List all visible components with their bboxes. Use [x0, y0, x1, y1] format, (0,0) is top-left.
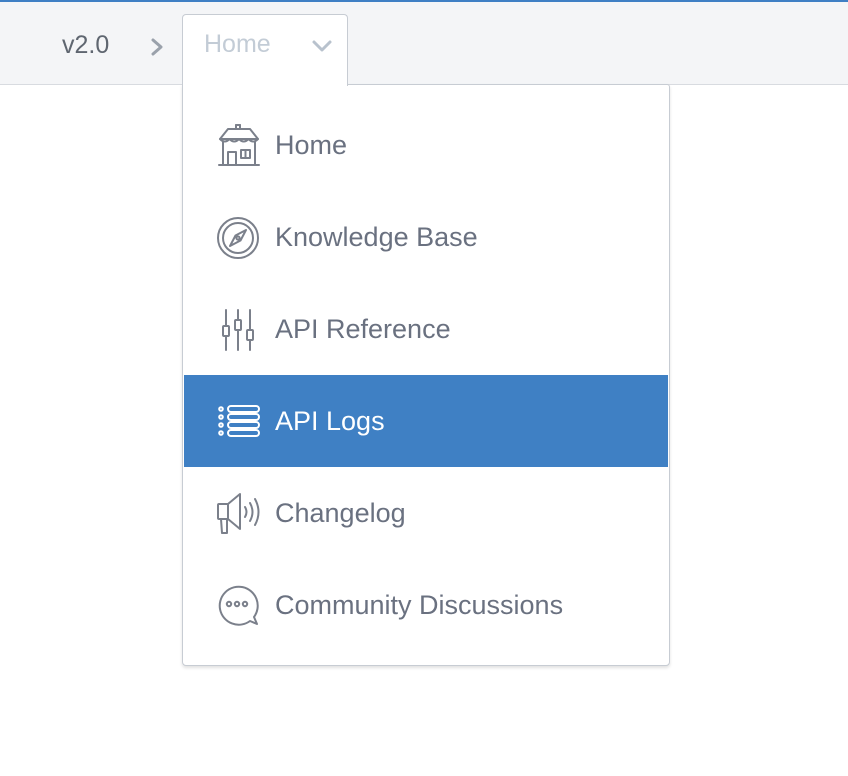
menu-item-api-reference[interactable]: API Reference [184, 283, 668, 375]
megaphone-icon [216, 491, 262, 537]
menu-item-changelog[interactable]: Changelog [184, 467, 668, 559]
menu-item-label: Home [275, 130, 348, 160]
section-select[interactable]: Home [182, 14, 348, 86]
menu-item-label: API Reference [275, 314, 451, 344]
top-bar: v2.0 [0, 2, 848, 85]
chevron-down-icon [311, 37, 333, 55]
menu-item-label: Knowledge Base [275, 222, 478, 252]
compass-icon [216, 215, 262, 261]
list-icon [216, 399, 262, 445]
menu-item-knowledge-base[interactable]: Knowledge Base [184, 191, 668, 283]
version-link[interactable]: v2.0 [62, 30, 109, 60]
section-dropdown-menu: Home Knowledge Base API Reference API Lo… [182, 84, 670, 666]
menu-item-label: Community Discussions [275, 590, 564, 620]
section-select-value: Home [204, 30, 271, 58]
menu-item-home[interactable]: Home [184, 99, 668, 191]
menu-item-community-discussions[interactable]: Community Discussions [184, 559, 668, 651]
menu-item-label: Changelog [275, 498, 406, 528]
menu-item-label: API Logs [275, 406, 385, 436]
menu-item-api-logs[interactable]: API Logs [184, 375, 668, 467]
house-icon [216, 123, 262, 169]
chevron-right-icon [146, 35, 168, 59]
sliders-icon [216, 307, 262, 353]
chat-bubble-icon [216, 583, 262, 629]
